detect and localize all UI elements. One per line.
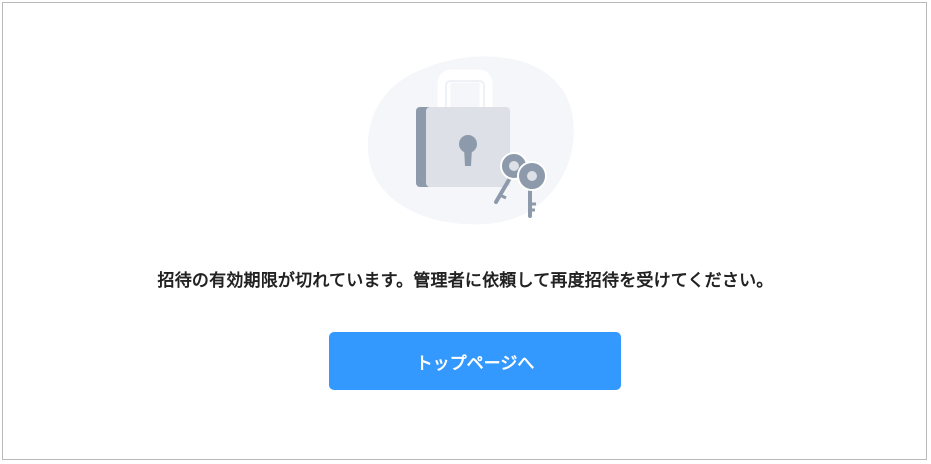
top-page-button-label: トップページへ <box>415 353 535 374</box>
top-page-button[interactable]: トップページへ <box>329 332 621 390</box>
lock-and-keys-graphic <box>367 56 574 225</box>
expired-invitation-message: 招待の有効期限が切れています。管理者に依頼して再度招待を受けてください。 <box>157 271 774 291</box>
expired-invitation-illustration <box>366 50 578 226</box>
